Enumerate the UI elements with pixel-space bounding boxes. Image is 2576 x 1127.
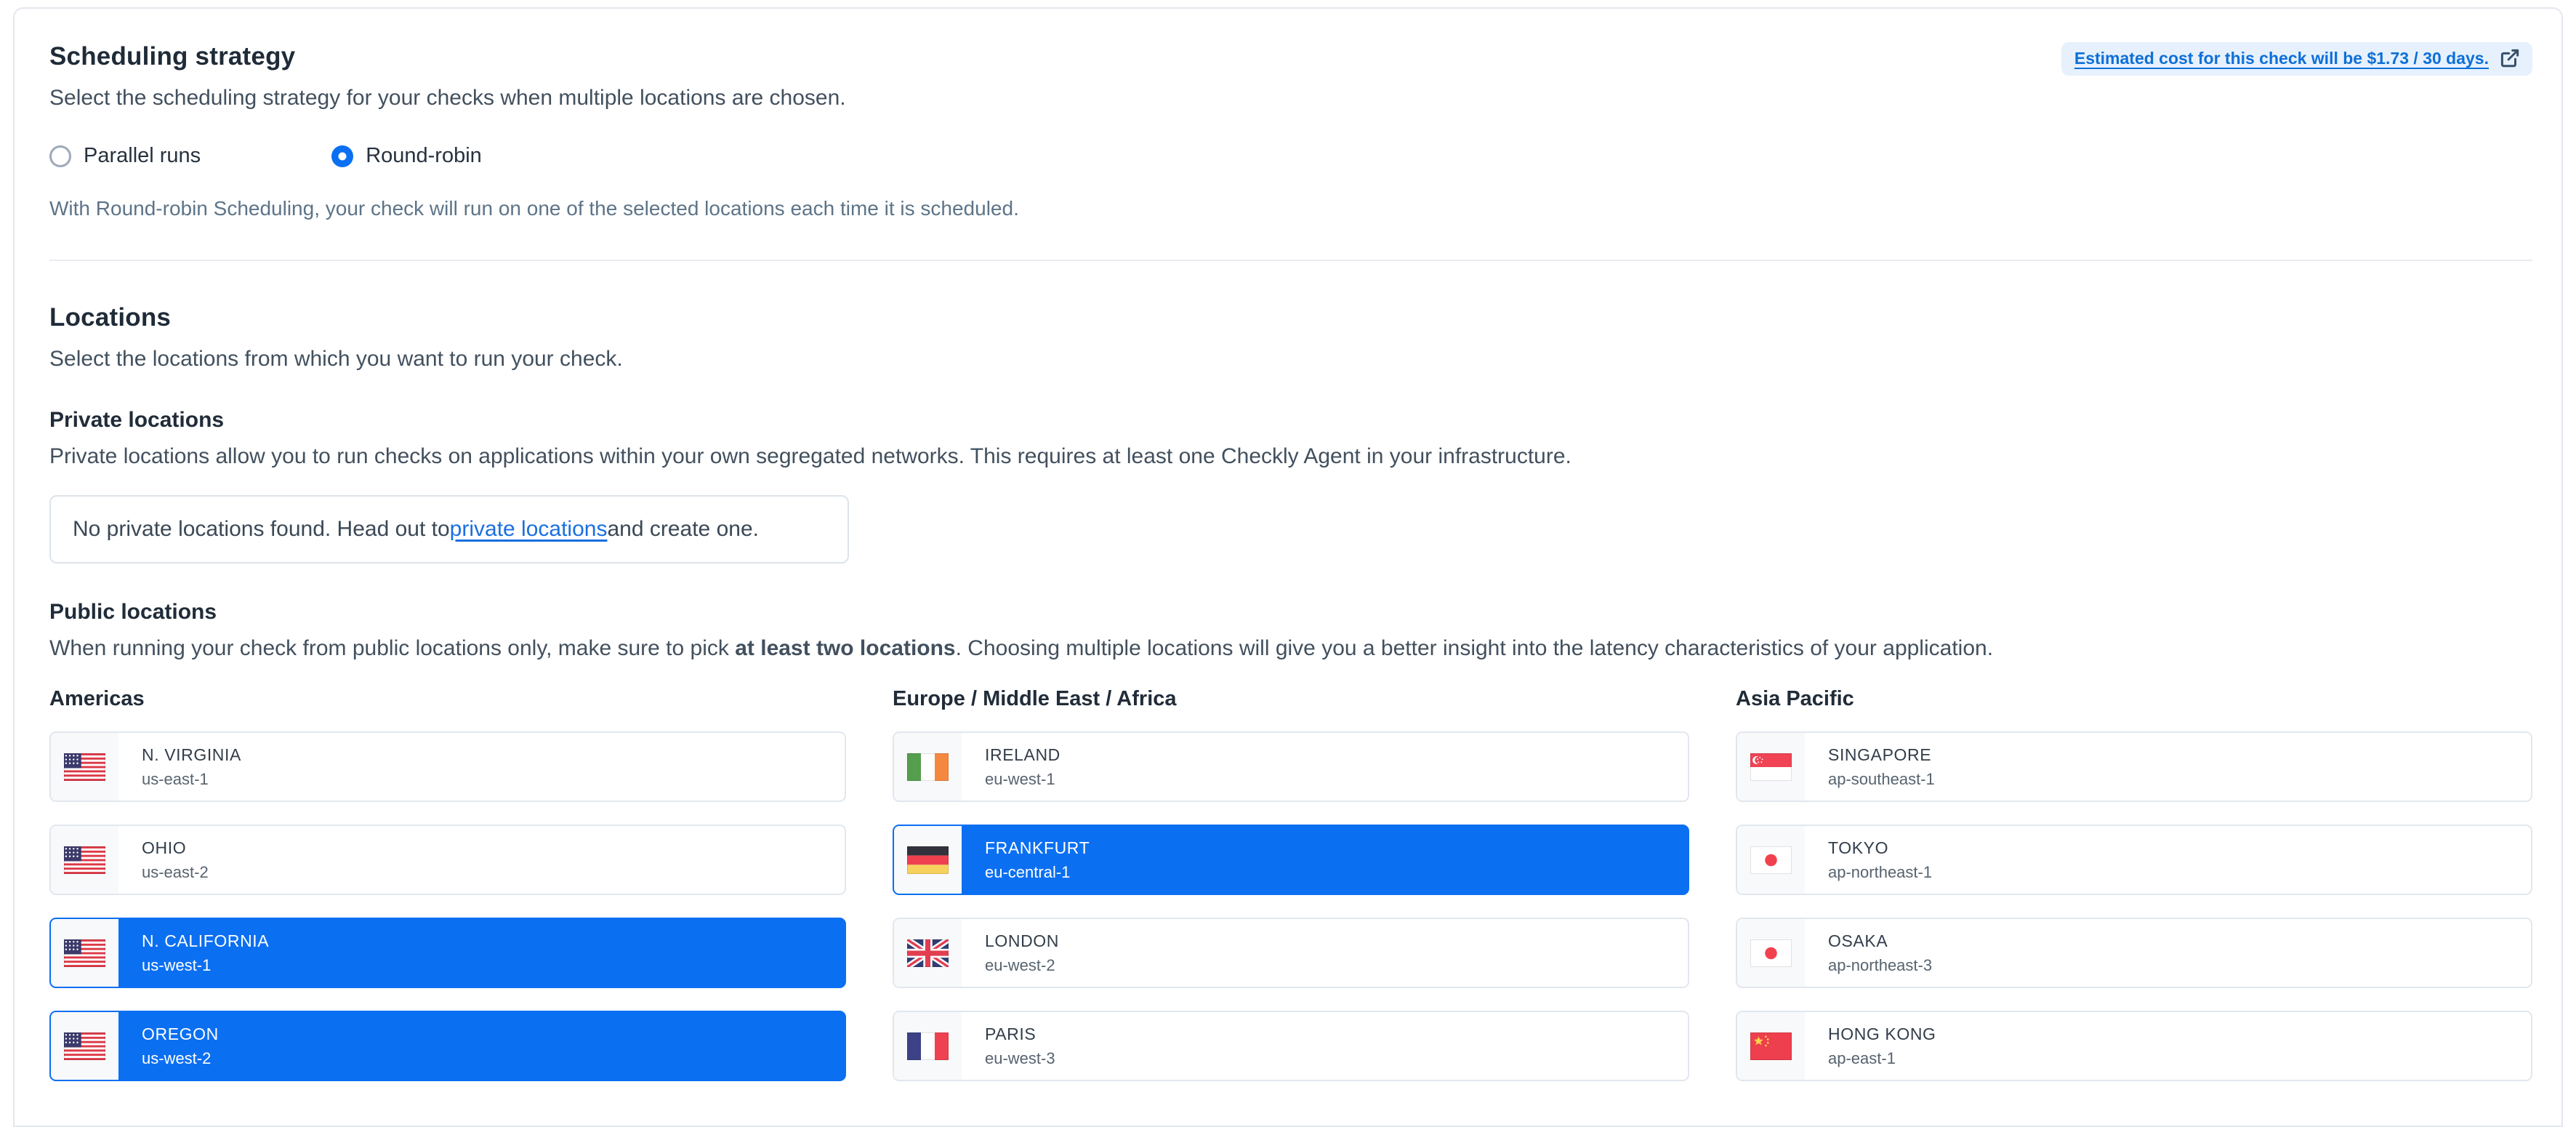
radio-parallel-runs[interactable]: Parallel runs	[49, 144, 201, 168]
estimated-cost-text: Estimated cost for this check will be $1…	[2074, 49, 2489, 68]
column-europe-middle-east-africa: Europe / Middle East / Africa IRELAND eu…	[893, 687, 1689, 1081]
scheduling-help-text: With Round-robin Scheduling, your check …	[49, 197, 2532, 220]
radio-parallel-runs-label: Parallel runs	[84, 144, 201, 168]
location-region: ap-northeast-1	[1828, 863, 1932, 882]
country-flag-icon	[64, 846, 105, 874]
flag-box	[51, 733, 118, 801]
location-card[interactable]: LONDON eu-west-2	[893, 918, 1689, 988]
scheduling-strategy-radios: Parallel runs Round-robin	[49, 144, 2532, 168]
country-flag-icon	[1750, 1032, 1792, 1060]
location-name: N. CALIFORNIA	[142, 931, 269, 951]
location-card[interactable]: OHIO us-east-2	[49, 825, 846, 895]
private-locations-notice: No private locations found. Head out to …	[49, 495, 849, 564]
radio-checked-icon[interactable]	[331, 145, 353, 167]
country-flag-icon	[907, 753, 949, 781]
country-flag-icon	[907, 1032, 949, 1060]
external-link-icon	[2499, 47, 2521, 69]
flag-box	[894, 733, 962, 801]
column-header: Europe / Middle East / Africa	[893, 687, 1689, 711]
location-region: ap-southeast-1	[1828, 770, 1935, 789]
location-name: N. VIRGINIA	[142, 745, 241, 765]
location-region: us-east-1	[142, 770, 241, 789]
location-name: OSAKA	[1828, 931, 1932, 951]
scheduling-strategy-section: Scheduling strategy Select the schedulin…	[49, 42, 846, 111]
locations-title: Locations	[49, 303, 2532, 332]
flag-box	[1737, 1012, 1805, 1080]
location-card[interactable]: SINGAPORE ap-southeast-1	[1736, 731, 2532, 802]
locations-description: Select the locations from which you want…	[49, 347, 2532, 372]
estimated-cost-link[interactable]: Estimated cost for this check will be $1…	[2061, 42, 2532, 76]
location-region: eu-west-3	[985, 1049, 1055, 1068]
column-asia-pacific: Asia Pacific SINGAPORE ap-southeast-1 TO…	[1736, 687, 2532, 1081]
location-card[interactable]: HONG KONG ap-east-1	[1736, 1011, 2532, 1081]
flag-box	[1737, 826, 1805, 894]
location-card[interactable]: OSAKA ap-northeast-3	[1736, 918, 2532, 988]
flag-box	[1737, 733, 1805, 801]
notice-suffix: and create one.	[607, 517, 759, 542]
scheduling-strategy-title: Scheduling strategy	[49, 42, 846, 71]
location-region: eu-central-1	[985, 863, 1090, 882]
public-locations-description: When running your check from public loca…	[49, 636, 2532, 661]
column-header: Asia Pacific	[1736, 687, 2532, 711]
country-flag-icon	[1750, 939, 1792, 967]
flag-box	[894, 919, 962, 987]
column-header: Americas	[49, 687, 846, 711]
location-card[interactable]: PARIS eu-west-3	[893, 1011, 1689, 1081]
scheduling-strategy-description: Select the scheduling strategy for your …	[49, 86, 846, 111]
location-name: SINGAPORE	[1828, 745, 1935, 765]
location-name: PARIS	[985, 1024, 1055, 1044]
check-settings-panel: Scheduling strategy Select the schedulin…	[13, 7, 2563, 1127]
flag-box	[51, 1012, 118, 1080]
country-flag-icon	[64, 1032, 105, 1060]
location-name: HONG KONG	[1828, 1024, 1936, 1044]
country-flag-icon	[64, 753, 105, 781]
public-location-columns: Americas N. VIRGINIA us-east-1 OHIO us-e…	[49, 687, 2532, 1081]
location-name: LONDON	[985, 931, 1059, 951]
private-locations-link[interactable]: private locations	[450, 517, 608, 542]
country-flag-icon	[907, 939, 949, 967]
radio-unchecked-icon[interactable]	[49, 145, 71, 167]
flag-box	[894, 826, 962, 894]
radio-round-robin-label: Round-robin	[366, 144, 482, 168]
notice-prefix: No private locations found. Head out to	[73, 517, 450, 542]
flag-box	[894, 1012, 962, 1080]
location-card[interactable]: OREGON us-west-2	[49, 1011, 846, 1081]
location-region: eu-west-1	[985, 770, 1060, 789]
location-name: TOKYO	[1828, 838, 1932, 858]
private-locations-description: Private locations allow you to run check…	[49, 444, 2532, 469]
location-card[interactable]: IRELAND eu-west-1	[893, 731, 1689, 802]
flag-box	[51, 919, 118, 987]
country-flag-icon	[907, 846, 949, 874]
location-region: ap-northeast-3	[1828, 956, 1932, 975]
country-flag-icon	[64, 939, 105, 967]
location-card[interactable]: TOKYO ap-northeast-1	[1736, 825, 2532, 895]
location-name: FRANKFURT	[985, 838, 1090, 858]
location-region: us-east-2	[142, 863, 209, 882]
location-region: us-west-2	[142, 1049, 219, 1068]
location-card[interactable]: N. CALIFORNIA us-west-1	[49, 918, 846, 988]
radio-round-robin[interactable]: Round-robin	[331, 144, 482, 168]
country-flag-icon	[1750, 753, 1792, 781]
location-region: eu-west-2	[985, 956, 1059, 975]
location-card[interactable]: N. VIRGINIA us-east-1	[49, 731, 846, 802]
country-flag-icon	[1750, 846, 1792, 874]
location-region: us-west-1	[142, 956, 269, 975]
location-card[interactable]: FRANKFURT eu-central-1	[893, 825, 1689, 895]
private-locations-title: Private locations	[49, 408, 2532, 433]
location-name: IRELAND	[985, 745, 1060, 765]
public-locations-title: Public locations	[49, 600, 2532, 625]
flag-box	[51, 826, 118, 894]
column-americas: Americas N. VIRGINIA us-east-1 OHIO us-e…	[49, 687, 846, 1081]
location-name: OREGON	[142, 1024, 219, 1044]
location-region: ap-east-1	[1828, 1049, 1936, 1068]
section-divider	[49, 260, 2532, 261]
flag-box	[1737, 919, 1805, 987]
location-name: OHIO	[142, 838, 209, 858]
